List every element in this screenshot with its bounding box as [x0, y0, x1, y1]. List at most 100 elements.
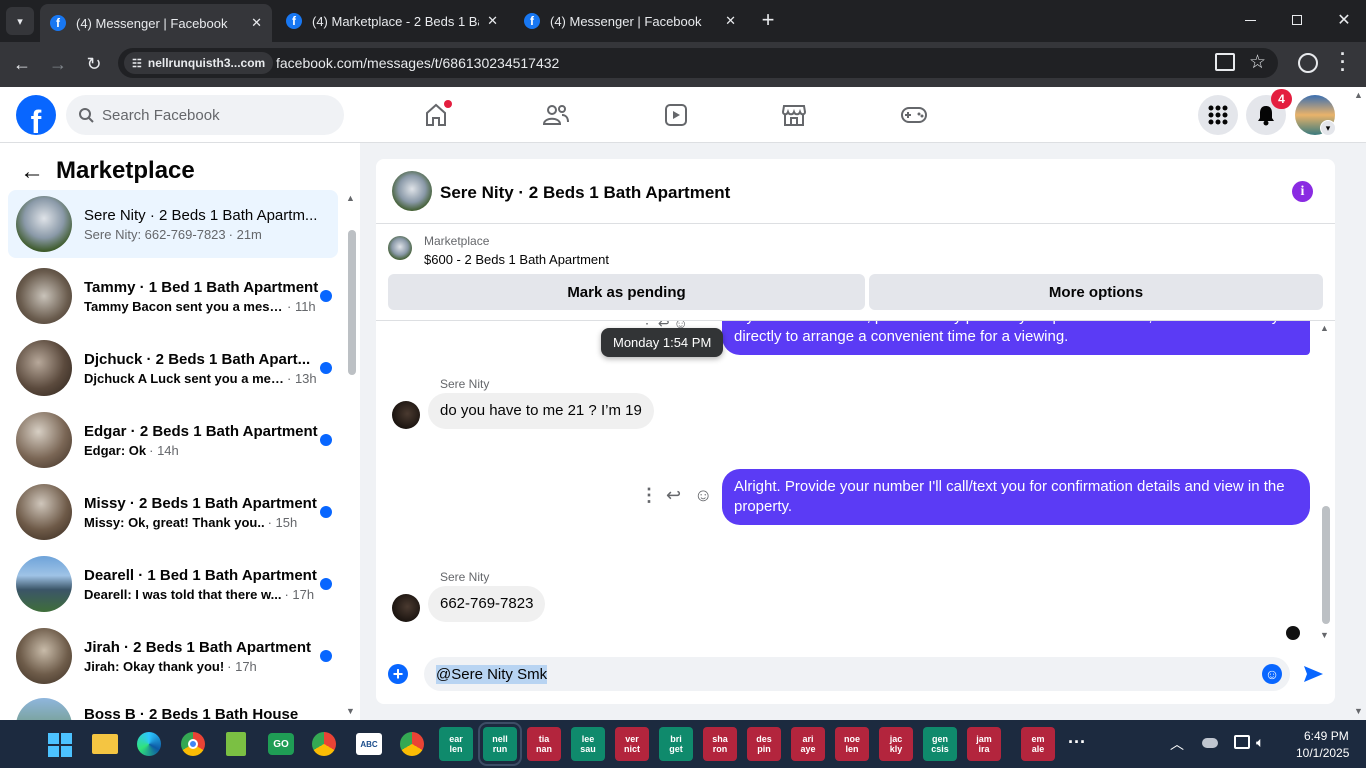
- install-app-icon[interactable]: [1215, 53, 1235, 71]
- back-icon[interactable]: ←: [8, 51, 36, 77]
- message-input[interactable]: [424, 657, 1290, 691]
- chrome-profile-icon[interactable]: [312, 732, 336, 756]
- search-bar[interactable]: Search Facebook: [66, 95, 344, 135]
- info-icon[interactable]: i: [1292, 181, 1313, 202]
- menu-grid-button[interactable]: [1198, 95, 1238, 135]
- chat-scroll-up[interactable]: ▲: [1320, 323, 1329, 333]
- conversation-avatar: [16, 556, 72, 612]
- more-options-button[interactable]: More options: [869, 274, 1323, 310]
- send-icon[interactable]: [1302, 663, 1324, 690]
- sidebar-scroll-down[interactable]: ▼: [346, 706, 355, 716]
- profile-icon[interactable]: [1298, 53, 1318, 73]
- conversation-item[interactable]: Edgar · 2 Beds 1 Bath Apartment Edgar: O…: [8, 406, 338, 474]
- browser-menu-icon[interactable]: · · ·: [1340, 45, 1346, 79]
- show-hidden-icons-chevron-icon[interactable]: ︿: [1170, 734, 1184, 754]
- onedrive-icon[interactable]: [1202, 738, 1218, 748]
- conversation-item[interactable]: Djchuck · 2 Beds 1 Bath Apart... Djchuck…: [8, 334, 338, 402]
- conversation-avatar: [16, 412, 72, 468]
- page-scroll-up[interactable]: ▲: [1354, 90, 1363, 100]
- close-window-button[interactable]: ✕: [1330, 6, 1358, 34]
- taskbar-app[interactable]: bri get: [659, 727, 693, 761]
- unread-dot: [320, 290, 332, 302]
- url-text[interactable]: facebook.com/messages/t/686130234517432: [276, 55, 559, 71]
- taskbar-app[interactable]: tia nan: [527, 727, 561, 761]
- taskbar-app[interactable]: ver nict: [615, 727, 649, 761]
- taskbar-overflow-icon[interactable]: ···: [1068, 732, 1086, 753]
- start-button-icon[interactable]: [48, 733, 72, 757]
- restore-button[interactable]: [1283, 6, 1311, 34]
- taskbar-app[interactable]: ari aye: [791, 727, 825, 761]
- close-tab-icon[interactable]: ✕: [725, 13, 736, 29]
- back-arrow-icon[interactable]: ←: [20, 158, 44, 186]
- clock-time[interactable]: 6:49 PM: [1304, 729, 1349, 743]
- browser-tab-1[interactable]: f (4) Messenger | Facebook ✕: [40, 4, 272, 42]
- conversation-item[interactable]: Sere Nity · 2 Beds 1 Bath Apartm... Sere…: [8, 190, 338, 258]
- outgoing-message: If you are interested, please kindly pro…: [722, 321, 1310, 355]
- chrome-icon[interactable]: [181, 732, 205, 756]
- taskbar-app[interactable]: gen csis: [923, 727, 957, 761]
- taskbar-app[interactable]: em ale: [1021, 727, 1055, 761]
- listing-thumbnail[interactable]: [388, 236, 412, 260]
- taskbar-app[interactable]: des pin: [747, 727, 781, 761]
- app-icon[interactable]: GO: [268, 733, 294, 755]
- conversation-item[interactable]: Tammy · 1 Bed 1 Bath Apartment Tammy Bac…: [8, 262, 338, 330]
- reply-icon[interactable]: ↩: [666, 485, 681, 506]
- page-scroll-down[interactable]: ▼: [1354, 706, 1363, 716]
- taskbar-app[interactable]: sha ron: [703, 727, 737, 761]
- facebook-logo-icon[interactable]: f: [16, 95, 56, 135]
- emoji-icon[interactable]: ☺: [1262, 664, 1282, 684]
- browser-tab-2[interactable]: f (4) Marketplace - 2 Beds 1 Bath ✕: [276, 6, 508, 36]
- sidebar-scrollbar-thumb[interactable]: [348, 230, 356, 375]
- conversation-avatar: [16, 484, 72, 540]
- file-explorer-icon[interactable]: [92, 734, 118, 754]
- add-attachment-icon[interactable]: +: [388, 664, 408, 684]
- edge-icon[interactable]: [137, 732, 161, 756]
- taskbar-app[interactable]: jam ira: [967, 727, 1001, 761]
- chrome-profile-icon[interactable]: [400, 732, 424, 756]
- sender-avatar[interactable]: [392, 401, 420, 429]
- forward-icon[interactable]: →: [44, 51, 72, 77]
- spreadsheet-app-icon[interactable]: [226, 732, 246, 756]
- chat-header-avatar[interactable]: [392, 171, 432, 211]
- conversation-item[interactable]: Boss B · 2 Beds 1 Bath House: [8, 694, 338, 720]
- listing-title[interactable]: $600 - 2 Beds 1 Bath Apartment: [424, 252, 609, 267]
- tab-search-button[interactable]: ▾: [6, 7, 34, 35]
- volume-icon[interactable]: 🔈︎: [1256, 734, 1264, 751]
- site-info-chip[interactable]: ☷ nellrunquisth3...com: [124, 52, 274, 74]
- gaming-nav-icon[interactable]: [894, 98, 934, 132]
- sidebar-scroll-up[interactable]: ▲: [346, 193, 355, 203]
- browser-tab-3[interactable]: f (4) Messenger | Facebook ✕: [514, 6, 746, 36]
- reload-icon[interactable]: ↻: [80, 51, 108, 77]
- close-tab-icon[interactable]: ✕: [251, 15, 262, 31]
- chat-scroll-down[interactable]: ▼: [1320, 630, 1329, 640]
- conversation-item[interactable]: Jirah · 2 Beds 1 Bath Apartment Jirah: O…: [8, 622, 338, 690]
- conversation-item[interactable]: Missy · 2 Beds 1 Bath Apartment Missy: O…: [8, 478, 338, 546]
- conversation-item[interactable]: Dearell · 1 Bed 1 Bath Apartment Dearell…: [8, 550, 338, 618]
- taskbar-app[interactable]: nell run: [478, 722, 522, 766]
- mark-as-pending-button[interactable]: Mark as pending: [388, 274, 865, 310]
- conversation-time: · 11h: [287, 298, 316, 314]
- taskbar-app[interactable]: jac kly: [879, 727, 913, 761]
- clock-date[interactable]: 10/1/2025: [1296, 746, 1349, 760]
- taskbar-app[interactable]: noe len: [835, 727, 869, 761]
- react-emoji-icon[interactable]: ☺: [694, 485, 712, 506]
- new-tab-button[interactable]: +: [756, 7, 780, 32]
- bookmark-star-icon[interactable]: ☆: [1249, 51, 1266, 74]
- tab-title: (4) Messenger | Facebook: [550, 13, 702, 29]
- sidebar-title: Marketplace: [56, 157, 195, 184]
- app-icon[interactable]: ABC: [356, 733, 382, 755]
- network-icon[interactable]: [1234, 735, 1250, 749]
- account-chevron-icon[interactable]: ▾: [1320, 120, 1336, 136]
- video-nav-icon[interactable]: [656, 98, 696, 132]
- taskbar-app[interactable]: ear len: [439, 727, 473, 761]
- minimize-button[interactable]: [1236, 6, 1264, 34]
- close-tab-icon[interactable]: ✕: [487, 13, 498, 29]
- chat-scrollbar-thumb[interactable]: [1322, 506, 1330, 624]
- message-input-text[interactable]: @Sere Nity Smk: [436, 665, 548, 684]
- taskbar-app[interactable]: lee sau: [571, 727, 605, 761]
- marketplace-nav-icon[interactable]: [774, 98, 814, 132]
- friends-nav-icon[interactable]: [536, 98, 576, 132]
- chat-title[interactable]: Sere Nity · 2 Beds 1 Bath Apartment: [440, 183, 730, 203]
- sender-avatar[interactable]: [392, 594, 420, 622]
- more-actions-icon[interactable]: ⋮: [640, 485, 658, 506]
